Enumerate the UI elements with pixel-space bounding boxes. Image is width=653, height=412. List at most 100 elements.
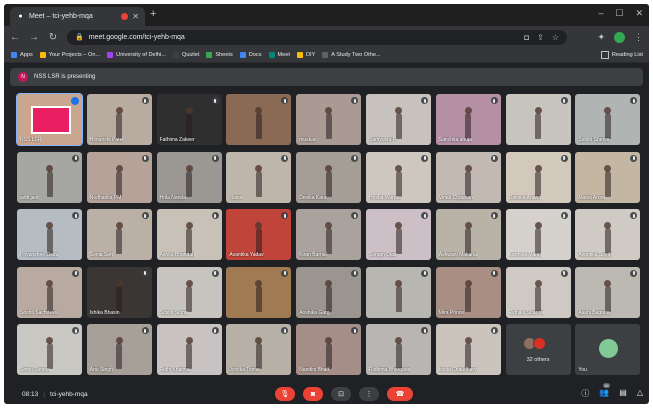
participant-tile[interactable]: Ishita Chaudhary <box>435 324 501 375</box>
bookmarks-bar: Apps Your Projects – On... University of D… <box>4 48 649 63</box>
participant-tile[interactable]: Ashita Bhandari <box>156 209 222 260</box>
mic-muted-icon <box>421 97 428 104</box>
participant-tile[interactable]: muskan <box>296 94 362 145</box>
participant-tile[interactable]: Priyanshee Dadu <box>17 209 82 260</box>
reload-icon[interactable]: ↻ <box>45 32 61 43</box>
participant-tile[interactable]: Sonia Sen <box>86 209 152 260</box>
bookmark-star-icon[interactable]: ☆ <box>552 33 559 42</box>
participant-tile[interactable]: Hrila Nanda <box>156 151 222 203</box>
participant-tile[interactable]: Devika Kaur <box>296 151 362 203</box>
mic-muted-icon <box>281 154 289 162</box>
present-button[interactable]: ⊡ <box>331 387 351 401</box>
participant-tile[interactable]: Fathima Zakeer <box>156 94 222 145</box>
browser-menu-icon[interactable]: ⋮ <box>634 32 643 43</box>
participant-tile[interactable]: Samyukta P <box>366 94 431 145</box>
participant-tile[interactable] <box>505 94 571 145</box>
participant-tile[interactable]: Karthika Manoj <box>505 209 571 260</box>
participant-name: Aashi Bagaria <box>578 309 610 316</box>
minimize-icon[interactable]: – <box>598 8 603 19</box>
bookmark-item[interactable]: DIY <box>296 52 315 58</box>
bookmark-item[interactable]: A Study Two Othe... <box>322 52 381 58</box>
participant-tile[interactable]: Nodharika PM <box>86 151 152 203</box>
mic-muted-icon <box>630 212 638 219</box>
meeting-details-icon[interactable]: ⓘ <box>581 388 589 399</box>
presentation-tile[interactable]: NSS LSR <box>16 93 83 146</box>
bookmark-icon <box>11 52 17 58</box>
reading-list-button[interactable]: Reading List <box>600 51 643 59</box>
people-icon[interactable]: 👥 <box>599 383 610 399</box>
bookmark-item[interactable]: University of Delhi... <box>107 52 166 58</box>
bookmark-item[interactable]: Meet <box>268 52 290 58</box>
participant-tile[interactable]: Ishika Bhasin <box>86 266 152 318</box>
browser-tab[interactable]: ● Meet – tci-yehb-mqa ✕ <box>10 7 145 26</box>
participant-video <box>115 222 123 254</box>
bookmark-item[interactable]: Your Projects – On... <box>39 52 100 58</box>
mic-muted-icon <box>560 97 568 104</box>
self-tile[interactable]: You <box>575 324 641 375</box>
participant-tile[interactable]: Damika Anand <box>505 151 571 203</box>
bookmark-icon <box>107 52 114 58</box>
new-tab-icon[interactable]: + <box>150 8 156 20</box>
participant-tile[interactable]: Srishti Sachdeva <box>17 266 82 318</box>
share-icon[interactable]: ⇪ <box>537 33 544 42</box>
participant-tile[interactable]: Mansi Arora <box>575 151 641 203</box>
participant-tile[interactable]: Ridhi Khanna <box>156 324 222 375</box>
bookmark-item[interactable]: Quizlet <box>172 52 200 58</box>
camera-permission-icon[interactable]: ◘ <box>524 33 529 42</box>
participant-tile[interactable]: Avantika Yadav <box>226 209 292 260</box>
more-button[interactable]: ⋮ <box>359 387 379 401</box>
address-bar[interactable]: 🔒 meet.google.com/tci-yehb-mqa ◘ ⇪ ☆ <box>67 29 567 45</box>
close-window-icon[interactable]: ✕ <box>635 8 643 19</box>
participant-name: Mira Prince <box>438 309 465 316</box>
extensions-icon[interactable]: ✦ <box>597 32 605 43</box>
participant-tile[interactable] <box>366 266 431 318</box>
participant-tile[interactable]: Anshika Garg <box>296 266 362 318</box>
forward-icon[interactable]: → <box>26 32 42 43</box>
close-tab-icon[interactable]: ✕ <box>132 12 139 21</box>
participant-tile[interactable]: Siddhi Shetye <box>575 94 641 145</box>
participant-tile[interactable]: Avantika Singh <box>575 209 641 260</box>
participant-tile[interactable]: Aashi Bagaria <box>575 266 641 318</box>
participant-video <box>395 164 402 197</box>
participant-tile[interactable]: Smriti Suneja <box>17 324 82 375</box>
participant-tile[interactable] <box>226 266 292 318</box>
participant-tile[interactable]: Kiran Barnal <box>296 209 362 260</box>
participant-name: You <box>578 367 587 373</box>
participant-video <box>604 164 612 197</box>
others-tile[interactable]: 32 others <box>505 324 571 375</box>
participant-tile[interactable]: Srishti Sinha <box>156 266 222 318</box>
bookmark-item[interactable]: Apps <box>11 52 33 58</box>
maximize-icon[interactable]: ☐ <box>615 8 623 19</box>
profile-avatar[interactable] <box>614 31 625 43</box>
activities-icon[interactable]: △ <box>637 388 643 399</box>
bookmark-item[interactable]: Docs <box>239 52 262 58</box>
participant-tile[interactable]: Vinati Chauhan <box>435 151 501 203</box>
end-call-button[interactable]: ☎ <box>387 387 413 401</box>
bookmark-item[interactable]: Sheets <box>206 52 233 58</box>
participant-tile[interactable]: Hrisha Warrier <box>366 151 431 203</box>
mic-muted-icon <box>630 269 638 277</box>
participant-video <box>534 107 542 139</box>
camera-off-button[interactable]: ◙ <box>303 387 323 401</box>
mic-muted-icon <box>630 154 638 162</box>
mic-muted-icon <box>351 97 359 104</box>
participant-tile[interactable]: Sanchita ahuja <box>435 94 501 145</box>
mic-muted-icon <box>630 97 638 104</box>
participant-tile[interactable]: Sonam Dias <box>366 209 431 260</box>
participant-tile[interactable] <box>226 94 292 145</box>
participant-tile[interactable]: Jyotika Tomar <box>226 324 292 375</box>
participant-video <box>46 222 53 254</box>
participant-tile[interactable]: Naina <box>226 151 292 203</box>
participant-tile[interactable]: Mira Prince <box>435 266 501 318</box>
chat-icon[interactable]: ▤ <box>619 388 627 399</box>
participant-tile[interactable]: aditi jain <box>17 151 82 203</box>
participant-tile[interactable]: Ridhika Sharma <box>505 266 571 318</box>
back-icon[interactable]: ← <box>7 32 23 43</box>
participant-tile[interactable]: Nandini Bhatt <box>296 324 362 375</box>
participant-tile[interactable]: Ridhima Bhargava <box>366 324 431 375</box>
bookmark-label: Quizlet <box>181 52 200 58</box>
participant-tile[interactable]: Ashwani Makaria <box>435 209 501 260</box>
participant-tile[interactable]: Himanshi Patel <box>86 94 152 145</box>
participant-tile[interactable]: Anu Singh <box>86 324 152 375</box>
mic-off-button[interactable]: 🎙 <box>275 387 295 401</box>
